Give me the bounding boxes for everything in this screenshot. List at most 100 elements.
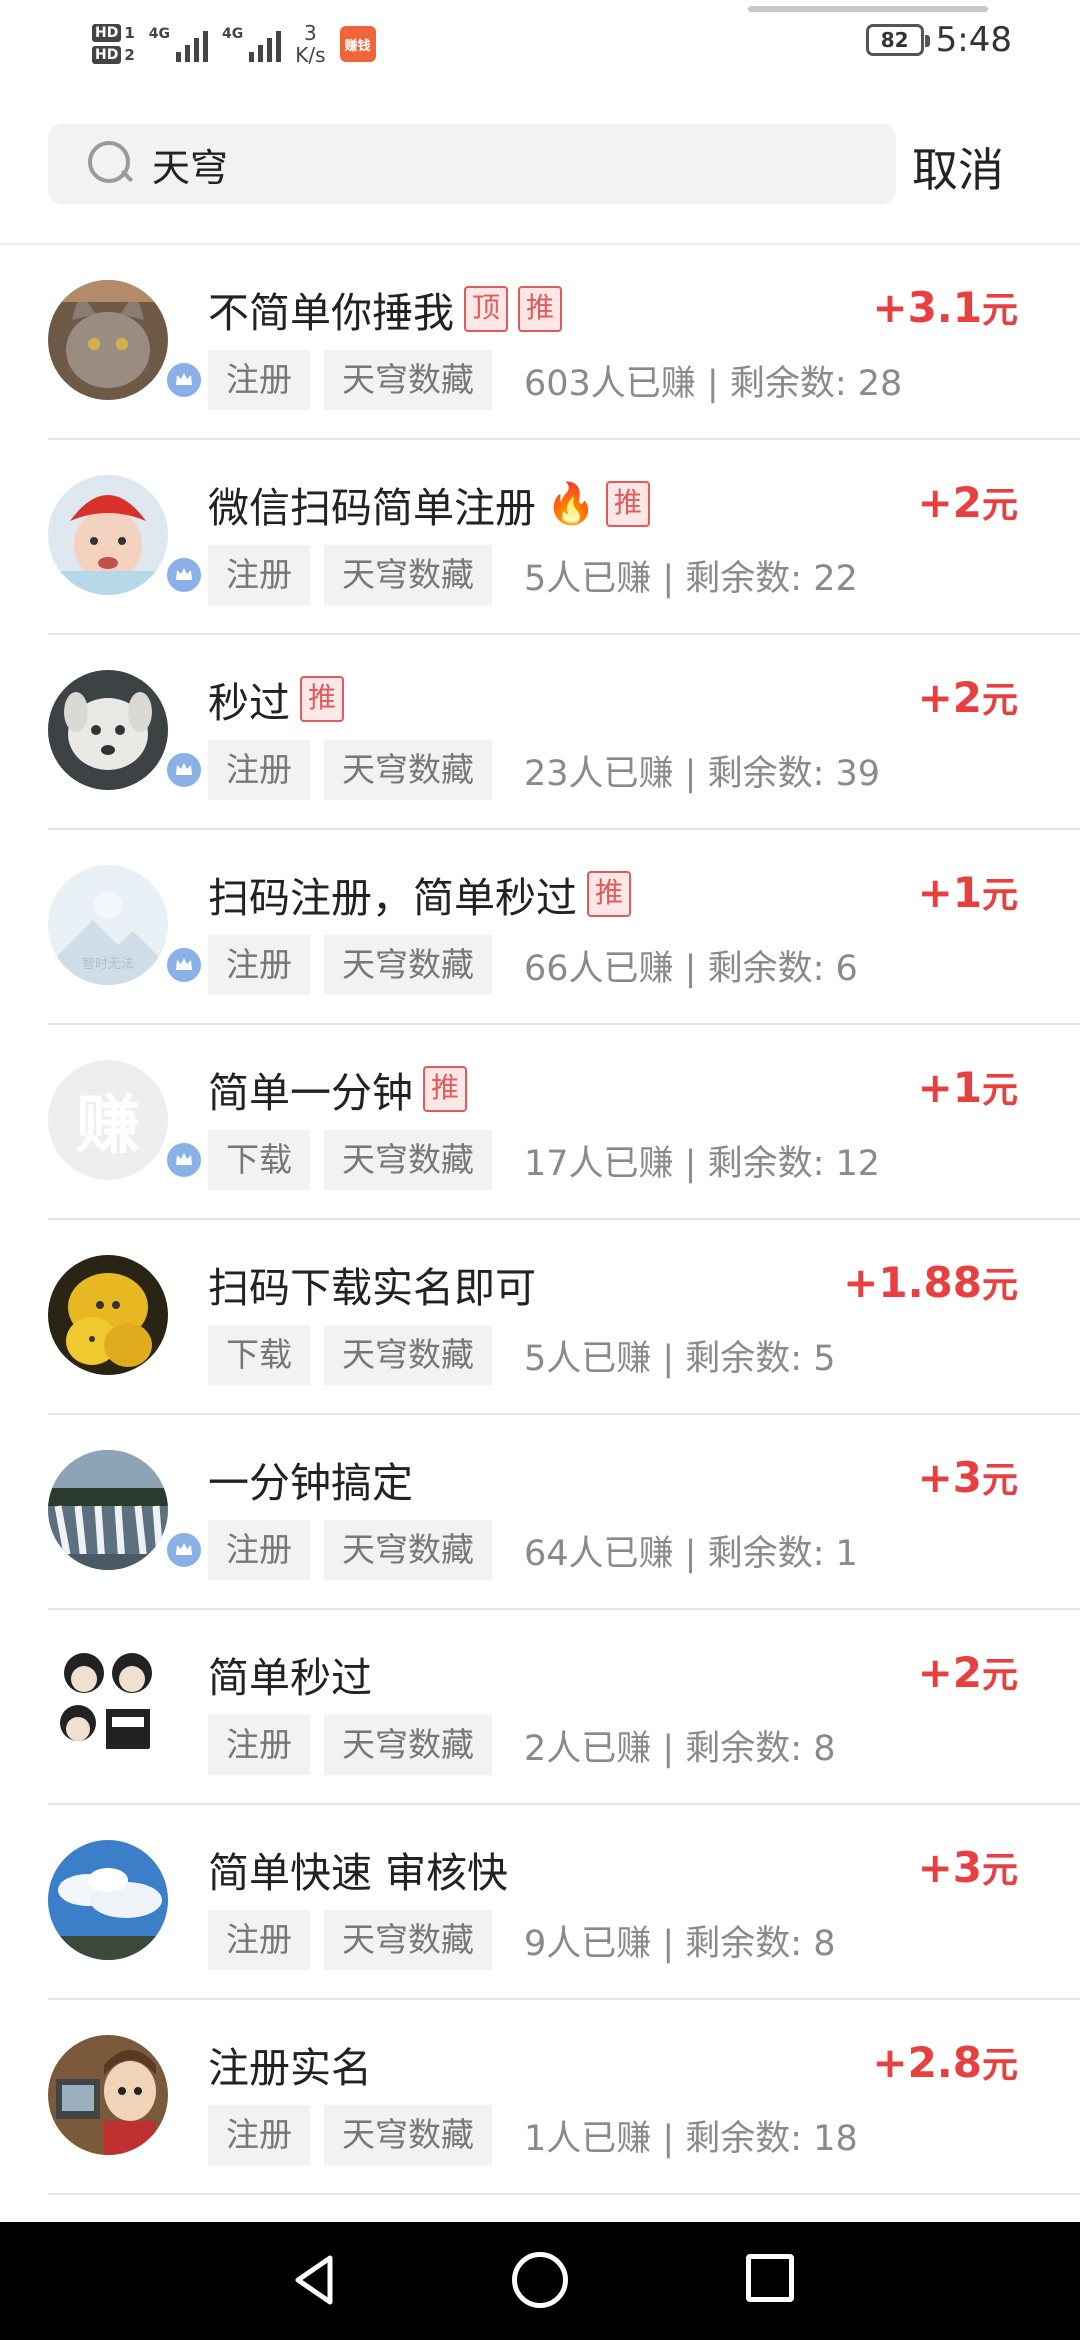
task-item[interactable]: 扫码下载实名即可 +1.88元 下载 天穹数藏 5人已赚 | 剩余数: 5 [48,1220,1080,1415]
platform-chip: 天穹数藏 [324,1520,492,1580]
task-meta: 下载 天穹数藏 5人已赚 | 剩余数: 5 [208,1325,836,1385]
task-item[interactable]: 简单秒过 +2元 注册 天穹数藏 2人已赚 | 剩余数: 8 [48,1610,1080,1805]
reward-amount: +1 [917,868,982,917]
task-type-chip: 注册 [208,545,310,605]
task-title-text: 扫码注册，简单秒过 [208,874,577,922]
task-title: 简单快速 审核快 [208,1839,508,1899]
task-item[interactable]: 赚 简单一分钟推 +1元 下载 天穹数藏 17人已赚 | 剩余数: 12 [48,1025,1080,1220]
platform-chip: 天穹数藏 [324,1325,492,1385]
task-meta: 下载 天穹数藏 17人已赚 | 剩余数: 12 [208,1130,880,1190]
sim1-badge: HD 1 [92,24,135,42]
verified-badge-icon [163,1529,205,1571]
signal-2-icon: 4G [222,26,282,62]
task-meta: 注册 天穹数藏 603人已赚 | 剩余数: 28 [208,350,902,410]
avatar[interactable] [48,475,168,595]
platform-chip: 天穹数藏 [324,740,492,800]
reward-amount: +3 [917,1843,982,1892]
fire-icon: 🔥 [546,481,596,527]
recent-apps-icon[interactable] [746,2254,794,2302]
task-item[interactable]: 简单快速 审核快 +3元 注册 天穹数藏 9人已赚 | 剩余数: 8 [48,1805,1080,2000]
task-reward: +1元 [918,866,1018,918]
platform-chip: 天穹数藏 [324,350,492,410]
verified-badge-icon [163,554,205,596]
task-stats: 17人已赚 | 剩余数: 12 [524,1143,881,1184]
platform-chip: 天穹数藏 [324,1130,492,1190]
platform-chip: 天穹数藏 [324,2105,492,2165]
reward-unit: 元 [981,1265,1018,1306]
task-reward: +2元 [918,476,1018,528]
recommend-tag: 推 [518,286,563,332]
recommend-tag: 推 [605,481,650,527]
recommend-tag: 推 [300,676,345,722]
task-title-text: 微信扫码简单注册 [208,484,536,532]
home-icon[interactable] [512,2252,568,2308]
task-meta: 注册 天穹数藏 66人已赚 | 剩余数: 6 [208,935,858,995]
search-box[interactable] [48,124,896,204]
task-title-text: 简单一分钟 [208,1069,413,1117]
task-meta: 注册 天穹数藏 9人已赚 | 剩余数: 8 [208,1910,836,1970]
reward-amount: +3 [917,1453,982,1502]
search-input[interactable] [152,142,852,186]
task-title: 简单一分钟推 [208,1059,468,1119]
task-reward: +3元 [918,1451,1018,1503]
network-speed: 3 K/s [295,21,326,67]
search-icon [88,141,134,187]
avatar[interactable] [48,1450,168,1570]
task-item[interactable]: 智时无法 扫码注册，简单秒过推 +1元 注册 天穹数藏 66人已赚 | 剩余数:… [48,830,1080,1025]
task-stats: 603人已赚 | 剩余数: 28 [524,363,903,404]
recommend-tag: 推 [587,871,632,917]
avatar[interactable] [48,2035,168,2155]
task-meta: 注册 天穹数藏 1人已赚 | 剩余数: 18 [208,2105,858,2165]
reward-unit: 元 [981,680,1018,721]
task-stats: 2人已赚 | 剩余数: 8 [524,1728,836,1769]
reward-unit: 元 [981,875,1018,916]
task-item[interactable]: 秒过推 +2元 注册 天穹数藏 23人已赚 | 剩余数: 39 [48,635,1080,830]
platform-chip: 天穹数藏 [324,1715,492,1775]
avatar[interactable] [48,1645,168,1765]
task-title: 一分钟搞定 [208,1449,413,1509]
task-type-chip: 下载 [208,1130,310,1190]
avatar[interactable] [48,670,168,790]
avatar[interactable] [48,1840,168,1960]
task-stats: 66人已赚 | 剩余数: 6 [524,948,858,989]
task-item[interactable]: 微信扫码简单注册 🔥 推 +2元 注册 天穹数藏 5人已赚 | 剩余数: 22 [48,440,1080,635]
status-left: HD 1 HD 2 4G 4G 3 K/s 赚钱 [92,14,376,74]
status-bar: HD 1 HD 2 4G 4G 3 K/s 赚钱 82 5:48 [0,0,1080,100]
task-item[interactable]: 一分钟搞定 +3元 注册 天穹数藏 64人已赚 | 剩余数: 1 [48,1415,1080,1610]
platform-chip: 天穹数藏 [324,935,492,995]
cancel-button[interactable]: 取消 [912,134,1004,200]
task-item[interactable]: 注册实名 +2.8元 注册 天穹数藏 1人已赚 | 剩余数: 18 [48,2000,1080,2195]
reward-unit: 元 [981,1655,1018,1696]
reward-unit: 元 [981,2045,1018,2086]
task-meta: 注册 天穹数藏 64人已赚 | 剩余数: 1 [208,1520,858,1580]
task-title-text: 简单秒过 [208,1654,372,1702]
task-title-text: 简单快速 审核快 [208,1849,509,1897]
task-item[interactable]: 不简单你捶我顶推 +3.1元 注册 天穹数藏 603人已赚 | 剩余数: 28 [48,245,1080,440]
task-reward: +2.8元 [872,2036,1018,2088]
battery-icon: 82 [865,24,930,56]
task-type-chip: 注册 [208,2105,310,2165]
task-stats: 64人已赚 | 剩余数: 1 [524,1533,858,1574]
task-type-chip: 注册 [208,935,310,995]
task-title: 微信扫码简单注册 🔥 推 [208,474,650,534]
avatar[interactable]: 智时无法 [48,865,168,985]
avatar[interactable] [48,1255,168,1375]
verified-badge-icon [163,359,205,401]
task-type-chip: 注册 [208,1520,310,1580]
platform-chip: 天穹数藏 [324,1910,492,1970]
task-title: 扫码注册，简单秒过推 [208,864,632,924]
verified-badge-icon [163,944,205,986]
back-icon[interactable] [288,2252,344,2308]
task-reward: +1元 [918,1061,1018,1113]
reward-unit: 元 [981,1070,1018,1111]
reward-unit: 元 [981,290,1018,331]
task-title-text: 秒过 [208,679,290,727]
avatar[interactable] [48,280,168,400]
task-reward: +2元 [918,671,1018,723]
task-stats: 1人已赚 | 剩余数: 18 [524,2118,858,2159]
reward-unit: 元 [981,1850,1018,1891]
navigation-bar [0,2222,1080,2340]
avatar[interactable]: 赚 [48,1060,168,1180]
task-stats: 5人已赚 | 剩余数: 22 [524,558,858,599]
reward-unit: 元 [981,485,1018,526]
